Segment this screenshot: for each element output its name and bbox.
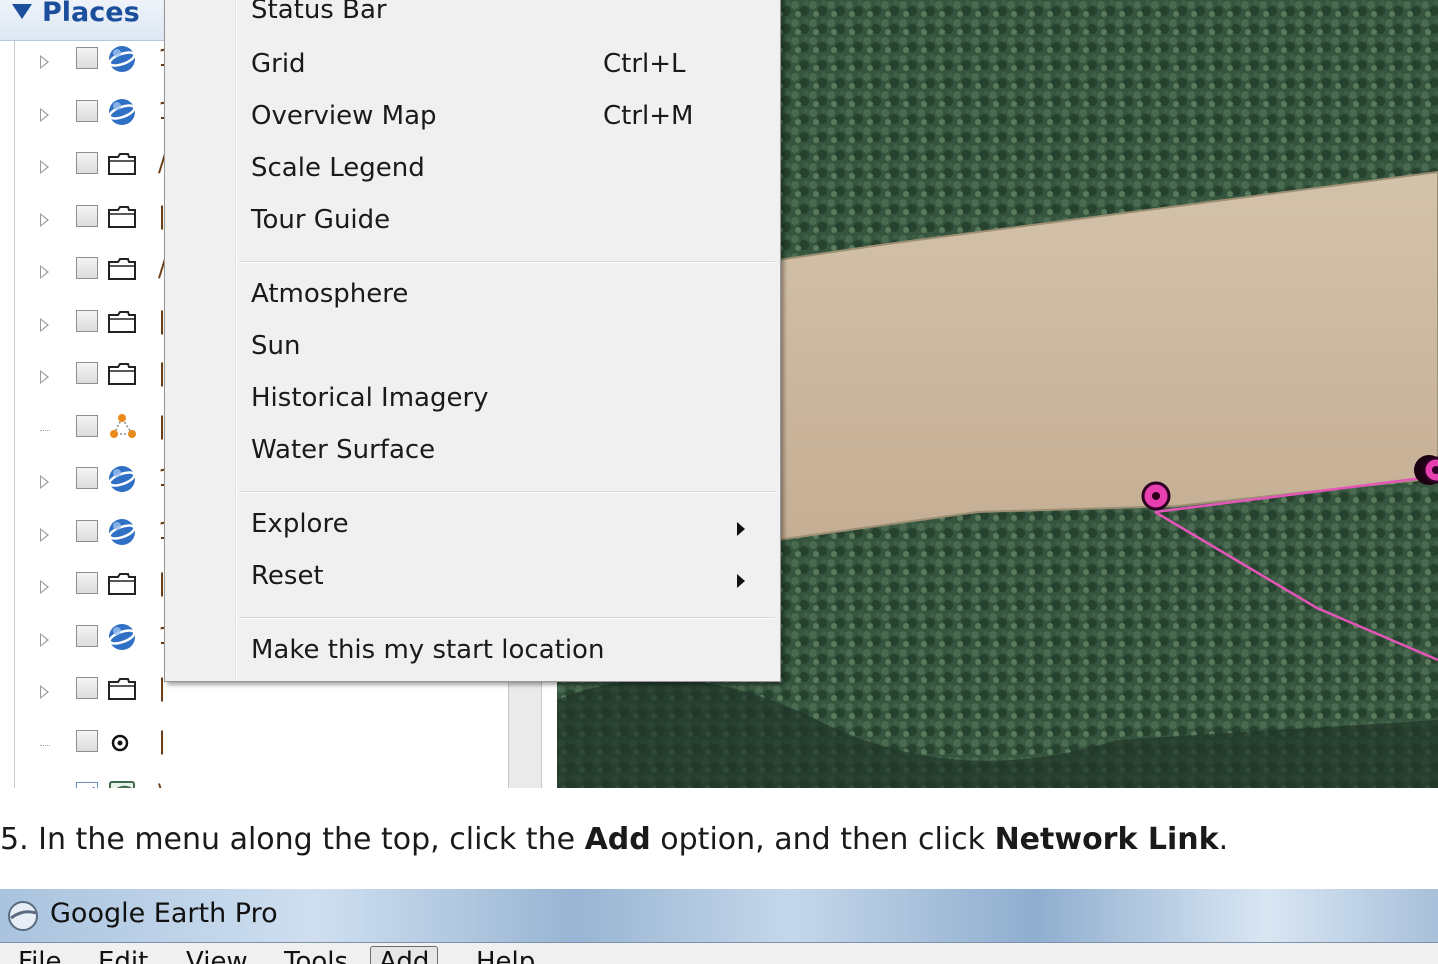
folder-icon (106, 307, 140, 337)
instruction-suffix: . (1218, 822, 1229, 857)
placemark-icon[interactable] (1141, 481, 1171, 511)
menu-bar: File Edit View Tools Add Help (0, 943, 1438, 964)
menu-item-tour-guide[interactable]: Tour Guide (251, 205, 390, 235)
expand-arrow-icon[interactable] (40, 317, 49, 332)
menubar-file[interactable]: File (18, 947, 62, 964)
globe-icon (106, 97, 140, 127)
menubar-edit[interactable]: Edit (98, 947, 148, 964)
menu-item-historical-imagery[interactable]: Historical Imagery (251, 383, 489, 413)
network-link-icon (106, 779, 140, 788)
visibility-checkbox[interactable] (76, 99, 98, 122)
expand-arrow-icon[interactable] (40, 685, 49, 699)
instruction-bold-add: Add (584, 822, 651, 857)
instruction-bold-network-link: Network Link (994, 822, 1219, 857)
menubar-view[interactable]: View (186, 947, 248, 964)
menu-separator (239, 491, 775, 493)
expand-arrow-icon[interactable] (40, 370, 49, 384)
visibility-checkbox[interactable] (76, 572, 98, 594)
places-title-label: Places (42, 0, 140, 28)
window-title-bar[interactable]: Google Earth Pro (0, 889, 1438, 943)
menu-item-reset[interactable]: Reset (251, 561, 324, 591)
expand-arrow-icon[interactable] (40, 212, 49, 227)
menubar-add[interactable]: Add (370, 946, 439, 964)
visibility-checkbox[interactable] (76, 257, 98, 279)
top-screenshot: Places 11/|/|||11|1||\Belle.kmzDonovan.k… (0, 0, 1438, 788)
truncated-label: \ (158, 779, 166, 788)
menu-shortcut: Ctrl+M (603, 101, 694, 131)
menubar-tools[interactable]: Tools (284, 947, 348, 964)
path-icon (106, 412, 140, 442)
visibility-checkbox[interactable] (76, 204, 98, 227)
visibility-checkbox[interactable] (76, 782, 98, 788)
menu-item-grid[interactable]: Grid (251, 49, 306, 79)
instruction-prefix: 5. In the menu along the top, click the (0, 822, 585, 857)
expand-arrow-icon[interactable] (40, 580, 49, 594)
menu-separator (239, 261, 775, 263)
visibility-checkbox[interactable] (76, 362, 98, 384)
globe-icon (106, 622, 140, 652)
expand-arrow-icon[interactable] (40, 475, 49, 489)
expand-arrow-icon[interactable] (40, 527, 49, 542)
submenu-arrow-icon (737, 574, 745, 588)
places-title[interactable]: Places (12, 0, 140, 28)
tree-row[interactable]: \ (0, 779, 508, 788)
menu-item-make-this-my-start-location[interactable]: Make this my start location (251, 635, 604, 665)
folder-icon (106, 254, 140, 284)
expand-arrow-icon[interactable] (40, 632, 49, 647)
tree-row[interactable]: | (0, 727, 508, 767)
menu-item-overview-map[interactable]: Overview Map (251, 101, 437, 131)
google-earth-logo-icon (8, 901, 38, 931)
google-earth-window: Google Earth Pro File Edit View Tools Add Hel… (0, 889, 1438, 964)
globe-icon (106, 517, 140, 547)
instruction-text: 5. In the menu along the top, click the … (0, 822, 1228, 857)
visibility-checkbox[interactable] (76, 309, 98, 332)
visibility-checkbox[interactable] (76, 519, 98, 542)
menu-gutter (235, 0, 237, 681)
placemark-icon (106, 727, 140, 757)
menu-item-explore[interactable]: Explore (251, 509, 349, 539)
menu-item-scale-legend[interactable]: Scale Legend (251, 153, 425, 183)
submenu-arrow-icon (737, 522, 745, 536)
menu-separator (239, 617, 775, 619)
globe-icon (106, 44, 140, 74)
menu-item-atmosphere[interactable]: Atmosphere (251, 279, 408, 309)
visibility-checkbox[interactable] (76, 467, 98, 489)
expand-arrow-icon[interactable] (40, 265, 49, 279)
folder-icon (106, 202, 140, 232)
menu-item-sun[interactable]: Sun (251, 331, 300, 361)
visibility-checkbox[interactable] (76, 414, 98, 437)
truncated-label: | (158, 726, 167, 755)
visibility-checkbox[interactable] (76, 47, 98, 69)
expand-arrow-icon[interactable] (40, 55, 49, 69)
folder-icon (106, 359, 140, 389)
expand-arrow-icon[interactable] (40, 107, 49, 122)
collapse-triangle-icon[interactable] (12, 4, 32, 19)
view-menu: Status Bar Grid Ctrl+L Overview Map Ctrl+M Sc… (164, 0, 781, 682)
tree-connector (40, 429, 50, 431)
menubar-help[interactable]: Help (476, 947, 535, 964)
visibility-checkbox[interactable] (76, 677, 98, 699)
window-title: Google Earth Pro (50, 898, 278, 929)
folder-icon (106, 569, 140, 599)
visibility-checkbox[interactable] (76, 152, 98, 174)
menu-item-status-bar[interactable]: Status Bar (251, 0, 387, 25)
visibility-checkbox[interactable] (76, 624, 98, 647)
visibility-checkbox[interactable] (76, 729, 98, 752)
tree-connector (40, 744, 50, 746)
expand-arrow-icon[interactable] (40, 160, 49, 174)
globe-icon (106, 464, 140, 494)
instruction-middle: option, and then click (650, 822, 995, 857)
folder-icon (106, 149, 140, 179)
menu-shortcut: Ctrl+L (603, 49, 686, 79)
menu-item-water-surface[interactable]: Water Surface (251, 435, 435, 465)
folder-icon (106, 674, 140, 704)
